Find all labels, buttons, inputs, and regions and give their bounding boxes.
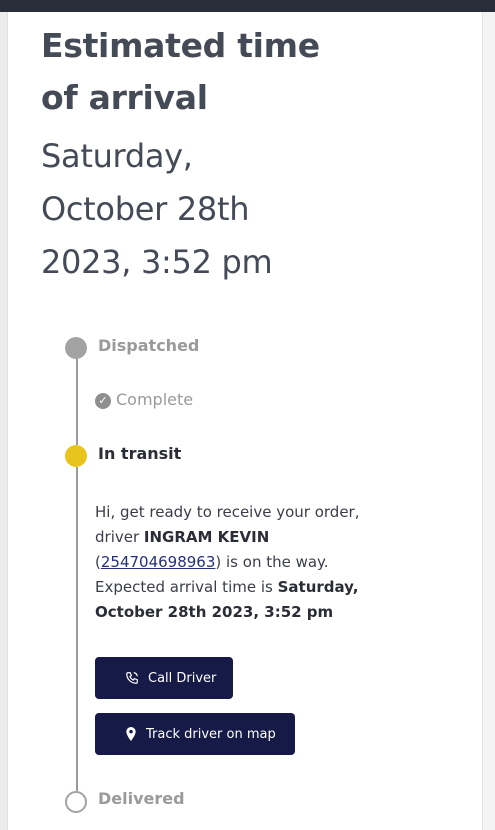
scroll-gutter	[483, 12, 495, 830]
call-driver-button[interactable]: Call Driver	[95, 657, 233, 699]
eta-value-line-3: 2023, 3:52 pm	[41, 243, 273, 281]
dispatched-status: Complete	[116, 390, 194, 409]
eta-value-line-1: Saturday,	[41, 137, 193, 175]
eta-value: Saturday, October 28th 2023, 3:52 pm	[41, 130, 461, 289]
check-circle-icon: ✓	[95, 393, 111, 409]
timeline-connector-1	[76, 359, 78, 445]
driver-name: INGRAM KEVIN	[143, 528, 270, 546]
eta-heading-line-2: of arrival	[41, 78, 208, 117]
eta-heading: Estimated time of arrival	[41, 20, 461, 124]
eta-heading-line-1: Estimated time	[41, 26, 320, 65]
timeline-dot-in-transit	[65, 445, 87, 467]
top-bar	[0, 0, 495, 12]
track-driver-button[interactable]: Track driver on map	[95, 713, 295, 755]
step-label-dispatched: Dispatched	[98, 336, 200, 355]
map-pin-icon	[126, 727, 136, 741]
driver-phone-link[interactable]: 254704698963	[101, 553, 216, 571]
eta-value-line-2: October 28th	[41, 190, 250, 228]
track-driver-label: Track driver on map	[146, 726, 276, 742]
phone-icon	[126, 672, 138, 684]
transit-message: Hi, get ready to receive your order, dri…	[95, 500, 360, 625]
call-driver-label: Call Driver	[148, 670, 217, 686]
timeline-connector-2	[76, 467, 78, 791]
timeline-dot-delivered	[65, 791, 87, 813]
step-label-in-transit: In transit	[98, 444, 182, 463]
step-label-delivered: Delivered	[98, 789, 185, 808]
timeline-dot-dispatched	[65, 337, 87, 359]
